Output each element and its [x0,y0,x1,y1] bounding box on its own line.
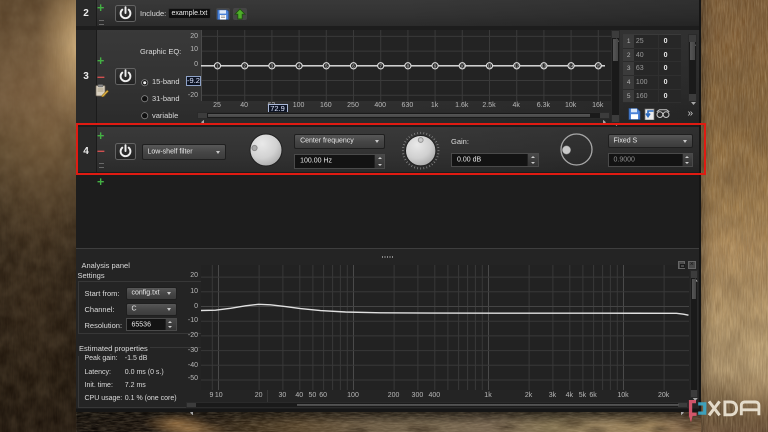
svg-text:10: 10 [459,63,464,68]
svg-text:12: 12 [514,63,519,68]
svg-text:15: 15 [595,63,600,68]
svg-text:11: 11 [487,63,492,68]
svg-text:14: 14 [568,63,573,68]
svg-text:13: 13 [541,63,546,68]
